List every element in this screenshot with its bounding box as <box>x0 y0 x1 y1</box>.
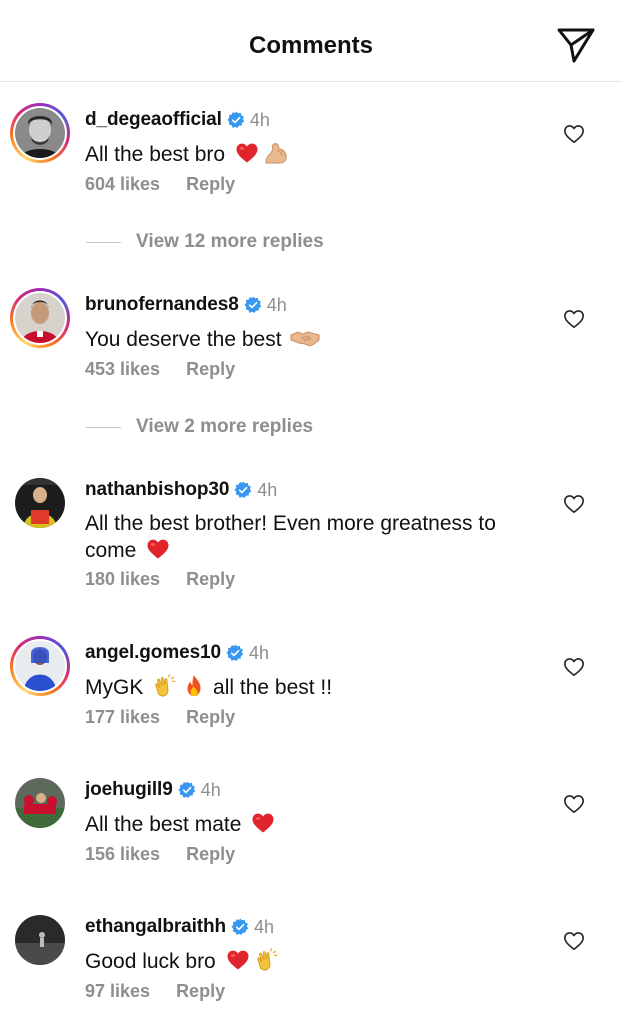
avatar-photo <box>15 108 65 158</box>
timestamp: 4h <box>249 109 270 130</box>
avatar-photo <box>15 478 65 528</box>
timestamp: 4h <box>248 642 270 663</box>
avatar[interactable] <box>10 103 70 163</box>
comment-text: All the best mate <box>85 811 545 838</box>
avatar-photo <box>15 293 65 343</box>
likes-count[interactable]: 180 likes <box>85 569 160 589</box>
comment-item: d_degeaofficial 4h All the best bro 604 … <box>0 103 622 263</box>
comment-item: brunofernandes8 4h You deserve the best … <box>0 288 622 448</box>
view-more-replies[interactable]: View 12 more replies <box>86 230 324 254</box>
comment-body: All the best mate <box>85 813 242 836</box>
comment-text: You deserve the best <box>85 326 545 353</box>
username-line: d_degeaofficial 4h <box>85 109 270 131</box>
comment-text: Good luck bro <box>85 948 545 975</box>
comment-text: MyGK all the best !! <box>85 674 545 701</box>
username-line: ethangalbraithh 4h <box>85 916 274 938</box>
avatar-photo <box>15 778 65 828</box>
reply-button[interactable]: Reply <box>186 569 235 589</box>
clapping-hands-icon <box>254 948 280 972</box>
like-heart-icon[interactable] <box>563 793 585 815</box>
comment-item: joehugill9 4h All the best mate 156 like… <box>0 773 622 873</box>
avatar-photo <box>15 915 65 965</box>
like-heart-icon[interactable] <box>563 308 585 330</box>
flexed-biceps-icon <box>263 141 289 165</box>
username-line: angel.gomes10 4h <box>85 642 269 664</box>
reply-button[interactable]: Reply <box>186 359 235 379</box>
username[interactable]: angel.gomes10 <box>85 642 221 664</box>
username-line: nathanbishop30 4h <box>85 479 277 501</box>
verified-badge-icon <box>178 781 196 799</box>
comment-item: angel.gomes10 4h MyGK all the best !! 17… <box>0 636 622 736</box>
comment-text: All the best bro <box>85 141 545 168</box>
avatar-photo <box>15 641 65 691</box>
username-line: brunofernandes8 4h <box>85 294 287 316</box>
red-heart-icon <box>145 537 171 561</box>
comment-meta: 97 likes Reply <box>85 981 225 1002</box>
verified-badge-icon <box>226 644 244 662</box>
fire-icon <box>181 674 207 698</box>
like-heart-icon[interactable] <box>563 930 585 952</box>
avatar[interactable] <box>10 773 70 833</box>
send-icon[interactable] <box>556 26 596 64</box>
red-heart-icon <box>225 948 251 972</box>
timestamp: 4h <box>254 916 275 937</box>
like-heart-icon[interactable] <box>563 493 585 515</box>
page-title: Comments <box>248 32 374 59</box>
timestamp: 4h <box>257 479 278 500</box>
likes-count[interactable]: 453 likes <box>85 359 160 379</box>
timestamp: 4h <box>266 294 287 315</box>
red-heart-icon <box>234 141 260 165</box>
divider-line <box>86 241 121 243</box>
username[interactable]: ethangalbraithh <box>85 916 226 938</box>
reply-button[interactable]: Reply <box>186 174 235 194</box>
username-line: joehugill9 4h <box>85 779 221 801</box>
comment-body: Good luck bro <box>85 950 216 973</box>
username[interactable]: nathanbishop30 <box>85 479 229 501</box>
verified-badge-icon <box>227 111 245 129</box>
comment-text: All the best brother! Even more greatnes… <box>85 511 525 564</box>
clapping-hands-icon <box>152 674 178 698</box>
comment-body: All the best bro <box>85 143 226 166</box>
reply-button[interactable]: Reply <box>186 707 235 727</box>
username[interactable]: joehugill9 <box>85 779 173 801</box>
reply-button[interactable]: Reply <box>186 844 235 864</box>
verified-badge-icon <box>234 481 252 499</box>
comment-item: nathanbishop30 4h All the best brother! … <box>0 473 622 603</box>
comment-meta: 177 likes Reply <box>85 707 235 728</box>
view-more-label: View 2 more replies <box>136 416 314 437</box>
timestamp: 4h <box>200 779 221 800</box>
comment-meta: 604 likes Reply <box>85 174 235 195</box>
username[interactable]: brunofernandes8 <box>85 294 239 316</box>
divider-line <box>86 426 121 428</box>
reply-button[interactable]: Reply <box>176 981 225 1001</box>
verified-badge-icon <box>231 918 249 936</box>
avatar[interactable] <box>10 473 70 533</box>
like-heart-icon[interactable] <box>563 123 585 145</box>
view-more-replies[interactable]: View 2 more replies <box>86 415 313 439</box>
likes-count[interactable]: 604 likes <box>85 174 160 194</box>
username[interactable]: d_degeaofficial <box>85 109 222 131</box>
red-heart-icon <box>250 811 276 835</box>
avatar[interactable] <box>10 288 70 348</box>
comment-meta: 180 likes Reply <box>85 569 235 590</box>
header-bar: Comments <box>0 0 622 82</box>
comment-body: You deserve the best <box>85 328 282 351</box>
like-heart-icon[interactable] <box>563 656 585 678</box>
handshake-icon <box>290 326 320 350</box>
verified-badge-icon <box>244 296 262 314</box>
avatar[interactable] <box>10 636 70 696</box>
likes-count[interactable]: 97 likes <box>85 981 150 1001</box>
comment-meta: 453 likes Reply <box>85 359 235 380</box>
view-more-label: View 12 more replies <box>136 231 324 252</box>
comment-body: MyGK <box>85 676 144 699</box>
comment-meta: 156 likes Reply <box>85 844 235 865</box>
avatar[interactable] <box>10 910 70 970</box>
comment-body-suffix: all the best !! <box>213 676 333 699</box>
likes-count[interactable]: 177 likes <box>85 707 160 727</box>
comment-item: ethangalbraithh 4h Good luck bro 97 like… <box>0 910 622 1010</box>
likes-count[interactable]: 156 likes <box>85 844 160 864</box>
